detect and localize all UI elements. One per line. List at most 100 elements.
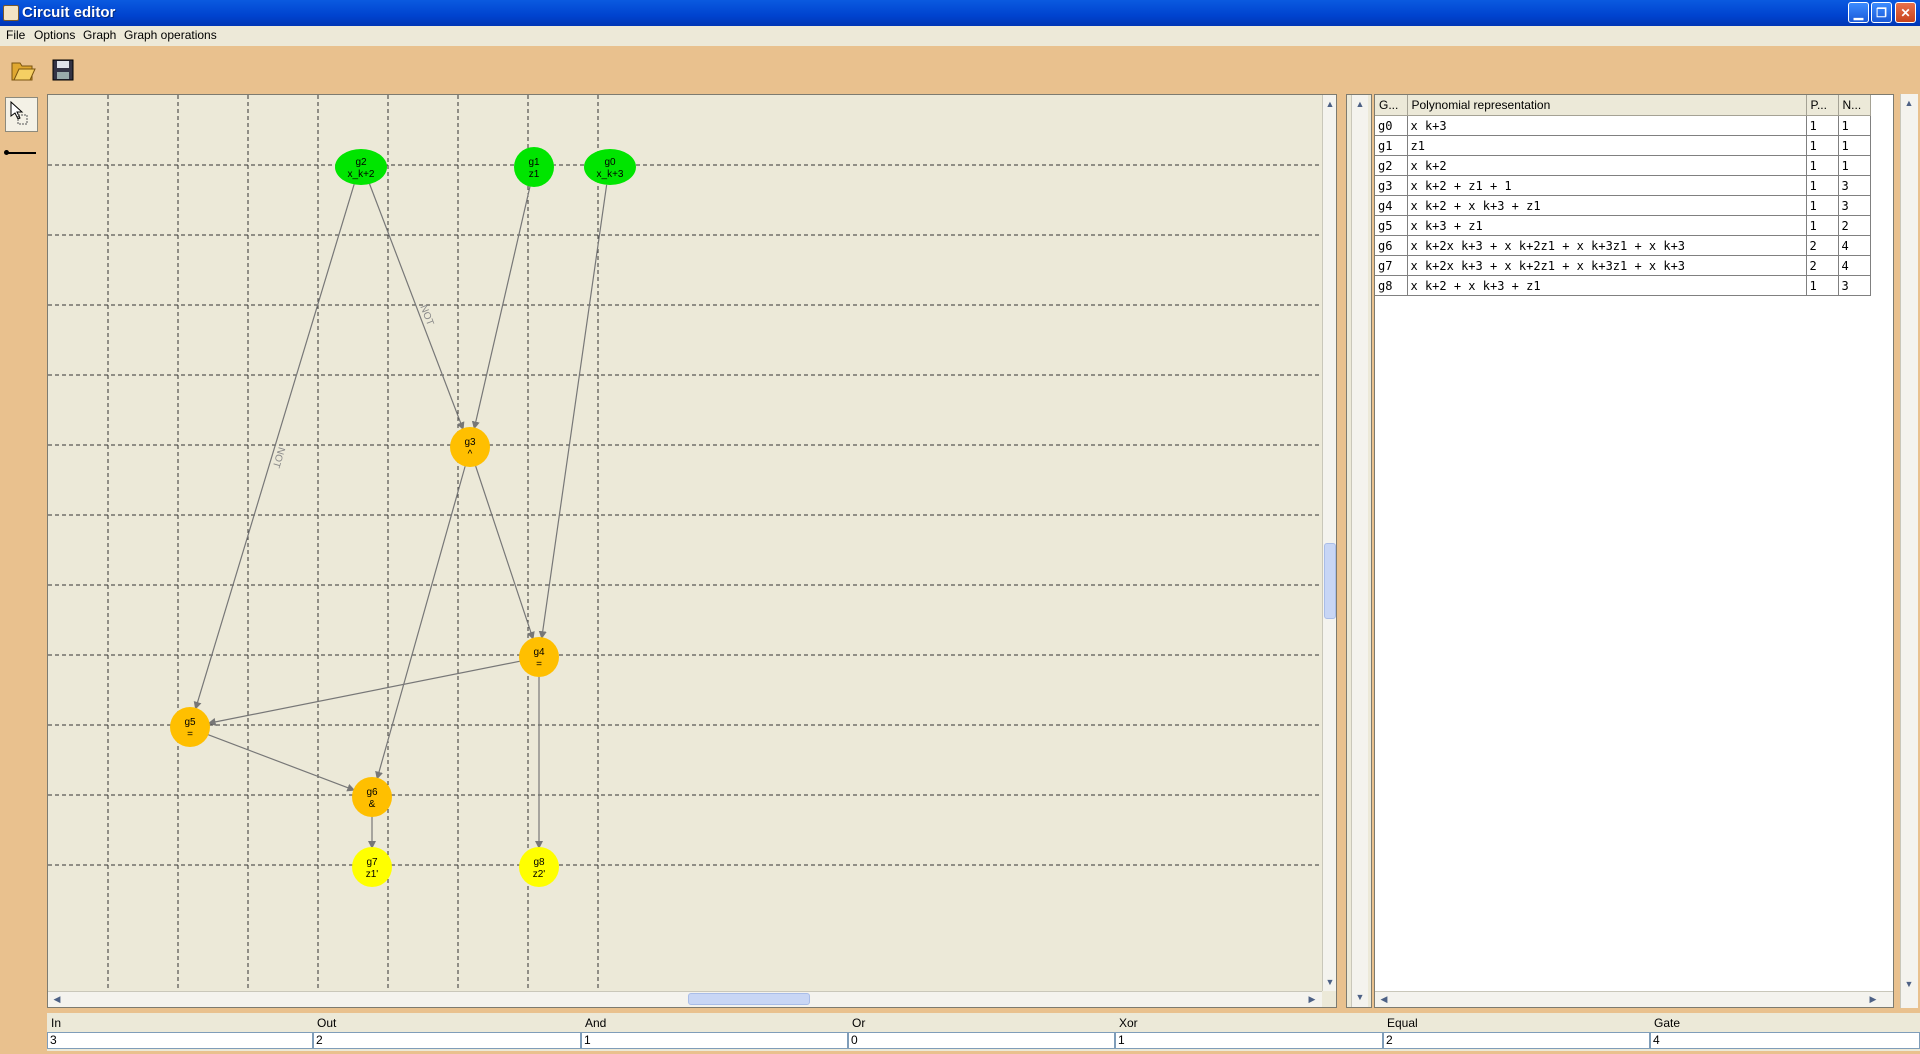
cell-p[interactable]: 1 xyxy=(1806,115,1839,136)
cell-n[interactable]: 3 xyxy=(1838,275,1871,296)
table-row[interactable]: g8 x k+2 + x k+3 + z1 1 3 xyxy=(1375,275,1871,296)
cell-polynomial[interactable]: x k+3 xyxy=(1407,115,1807,136)
cell-n[interactable]: 3 xyxy=(1838,195,1871,216)
table-row[interactable]: g0 x k+3 1 1 xyxy=(1375,115,1871,136)
edge-g4-g5[interactable] xyxy=(207,660,522,726)
table-row[interactable]: g6 x k+2x k+3 + x k+2z1 + x k+3z1 + x k+3… xyxy=(1375,235,1871,256)
graph-hscroll-thumb[interactable] xyxy=(688,993,810,1005)
select-tool-button[interactable] xyxy=(5,97,38,132)
node-g1[interactable]: g1z1 xyxy=(514,147,554,187)
cell-polynomial[interactable]: z1 xyxy=(1407,135,1807,156)
table-row[interactable]: g1 z1 1 1 xyxy=(1375,135,1871,156)
node-g3[interactable]: g3^ xyxy=(450,427,490,467)
scroll-up-icon[interactable]: ▲ xyxy=(1352,96,1368,112)
cell-gate[interactable]: g2 xyxy=(1375,155,1408,176)
cell-gate[interactable]: g3 xyxy=(1375,175,1408,196)
table-row[interactable]: g3 x k+2 + z1 + 113 xyxy=(1375,175,1871,196)
cell-gate[interactable]: g1 xyxy=(1375,135,1408,156)
edge-tool-button[interactable] xyxy=(4,150,36,155)
cell-p[interactable]: 1 xyxy=(1806,215,1839,236)
table-vertical-scrollbar[interactable]: ▲ ▼ xyxy=(1900,94,1918,1008)
cell-gate[interactable]: g5 xyxy=(1375,215,1408,236)
column-header-gate[interactable]: G... xyxy=(1375,95,1408,116)
table-row[interactable]: g7 x k+2x k+3 + x k+2z1 + x k+3z1 + x k+3… xyxy=(1375,255,1871,276)
cell-gate[interactable]: g4 xyxy=(1375,195,1408,216)
middle-vertical-scrollbar[interactable]: ▲ ▼ xyxy=(1351,95,1368,1007)
edge-g3-g6[interactable] xyxy=(375,466,466,780)
cell-polynomial[interactable]: x k+2x k+3 + x k+2z1 + x k+3z1 + x k+3 xyxy=(1407,235,1807,256)
edge-g0-g4[interactable] xyxy=(538,184,608,640)
cell-polynomial[interactable]: x k+2 xyxy=(1407,155,1807,176)
table-row[interactable]: g4 x k+2 + x k+3 + z1 1 3 xyxy=(1375,195,1871,216)
table-row[interactable]: g5 x k+3 + z1 1 2 xyxy=(1375,215,1871,236)
node-g0[interactable]: g0x_k+3 xyxy=(584,149,636,185)
cell-polynomial[interactable]: x k+2 + x k+3 + z1 xyxy=(1407,195,1807,216)
cell-n[interactable]: 4 xyxy=(1838,255,1871,276)
scroll-right-icon[interactable]: ▶ xyxy=(1865,991,1881,1007)
maximize-button[interactable]: ❐ xyxy=(1871,2,1892,23)
save-button[interactable] xyxy=(48,54,78,84)
graph-vertical-scrollbar[interactable]: ▲ ▼ xyxy=(1322,95,1336,991)
cell-polynomial[interactable]: x k+3 + z1 xyxy=(1407,215,1807,236)
edge-g2-g3[interactable] xyxy=(368,183,465,431)
cell-p[interactable]: 1 xyxy=(1806,275,1839,296)
cell-n[interactable]: 4 xyxy=(1838,235,1871,256)
menu-graph[interactable]: Graph xyxy=(83,28,116,42)
title-bar: Circuit editor ▁ ❐ ✕ xyxy=(0,0,1920,26)
graph-drawing[interactable]: NOTNOTg2x_k+2g1z1g0x_k+3g3^g4=g5=g6&g7z1… xyxy=(48,95,1322,991)
node-g5[interactable]: g5= xyxy=(170,707,210,747)
cell-gate[interactable]: g0 xyxy=(1375,115,1408,136)
scroll-down-icon[interactable]: ▼ xyxy=(1322,974,1336,990)
cell-p[interactable]: 1 xyxy=(1806,135,1839,156)
scroll-down-icon[interactable]: ▼ xyxy=(1352,989,1368,1005)
polynomial-table-panel: G... Polynomial representation P... N...… xyxy=(1374,94,1894,1008)
edge-g5-g6[interactable] xyxy=(206,733,356,792)
cell-polynomial[interactable]: x k+2x k+3 + x k+2z1 + x k+3z1 + x k+3 xyxy=(1407,255,1807,276)
cell-polynomial[interactable]: x k+2 + z1 + 1 xyxy=(1407,175,1807,196)
edge-g3-g4[interactable] xyxy=(475,465,535,640)
cell-p[interactable]: 1 xyxy=(1806,195,1839,216)
node-g7[interactable]: g7z1' xyxy=(352,847,392,887)
cell-n[interactable]: 3 xyxy=(1838,175,1871,196)
column-header-n[interactable]: N... xyxy=(1838,95,1871,116)
close-button[interactable]: ✕ xyxy=(1895,2,1916,23)
cell-p[interactable]: 2 xyxy=(1806,235,1839,256)
scroll-up-icon[interactable]: ▲ xyxy=(1322,96,1336,112)
cell-p[interactable]: 1 xyxy=(1806,175,1839,196)
edge-g2-g5[interactable] xyxy=(193,184,355,710)
column-header-p[interactable]: P... xyxy=(1806,95,1839,116)
cell-p[interactable]: 1 xyxy=(1806,155,1839,176)
cell-n[interactable]: 1 xyxy=(1838,135,1871,156)
table-row[interactable]: g2 x k+2 1 1 xyxy=(1375,155,1871,176)
menu-options[interactable]: Options xyxy=(34,28,75,42)
node-g6[interactable]: g6& xyxy=(352,777,392,817)
node-g8[interactable]: g8z2' xyxy=(519,847,559,887)
cell-gate[interactable]: g6 xyxy=(1375,235,1408,256)
cell-n[interactable]: 1 xyxy=(1838,155,1871,176)
scroll-up-icon[interactable]: ▲ xyxy=(1901,95,1917,111)
close-icon: ✕ xyxy=(1900,6,1911,20)
menu-graph-operations[interactable]: Graph operations xyxy=(124,28,217,42)
stat-label: And xyxy=(585,1016,607,1030)
node-g4[interactable]: g4= xyxy=(519,637,559,677)
scroll-right-icon[interactable]: ▶ xyxy=(1304,991,1320,1007)
menu-file[interactable]: File xyxy=(6,28,25,42)
edge-g1-g3[interactable] xyxy=(471,186,531,430)
scroll-down-icon[interactable]: ▼ xyxy=(1901,976,1917,992)
minimize-button[interactable]: ▁ xyxy=(1848,2,1869,23)
scroll-left-icon[interactable]: ◀ xyxy=(49,991,65,1007)
cell-n[interactable]: 2 xyxy=(1838,215,1871,236)
column-header-polynomial[interactable]: Polynomial representation xyxy=(1407,95,1807,116)
table-horizontal-scrollbar[interactable]: ◀ ▶ xyxy=(1375,991,1893,1007)
scroll-left-icon[interactable]: ◀ xyxy=(1376,991,1392,1007)
cell-p[interactable]: 2 xyxy=(1806,255,1839,276)
cell-gate[interactable]: g7 xyxy=(1375,255,1408,276)
cell-n[interactable]: 1 xyxy=(1838,115,1871,136)
cell-polynomial[interactable]: x k+2 + x k+3 + z1 xyxy=(1407,275,1807,296)
graph-vscroll-thumb[interactable] xyxy=(1324,543,1336,619)
node-g2[interactable]: g2x_k+2 xyxy=(335,149,387,185)
graph-canvas[interactable]: NOT NOT g2 x_k+2 g1 z1 g0 x_k+3 g3 ^ g4 = g5 = g6 & g7 z1… xyxy=(47,94,1337,1008)
open-button[interactable] xyxy=(8,54,38,84)
cell-gate[interactable]: g8 xyxy=(1375,275,1408,296)
graph-horizontal-scrollbar[interactable]: ◀ ▶ xyxy=(48,991,1322,1007)
